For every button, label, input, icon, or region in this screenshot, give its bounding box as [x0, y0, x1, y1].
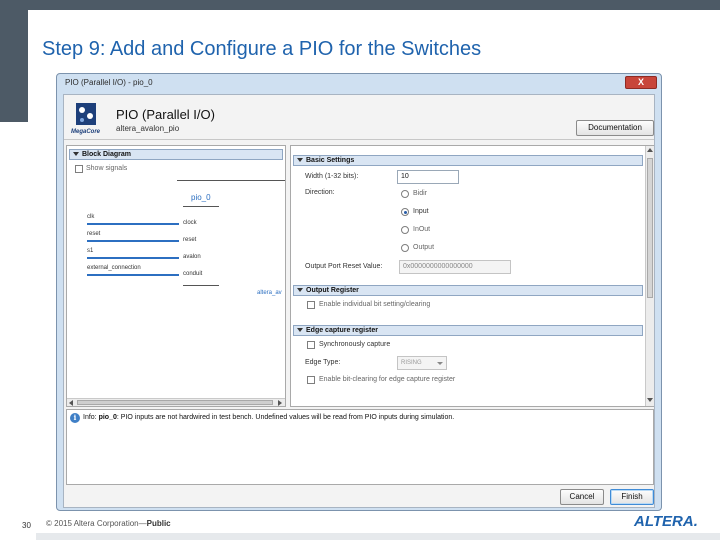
port-signal: conduit — [183, 271, 203, 277]
component-subtitle: altera_avalon_pio — [116, 124, 180, 133]
dialog-content: MegaCore PIO (Parallel I/O) altera_avalo… — [63, 94, 655, 508]
scrollbar-thumb[interactable] — [77, 400, 273, 405]
direction-option-label: InOut — [413, 226, 431, 233]
message-panel: i Info: pio_0: PIO inputs are not hardwi… — [66, 409, 654, 485]
port-wire — [87, 257, 179, 259]
edge-type-label: Edge Type: — [305, 359, 341, 366]
width-input[interactable]: 10 — [397, 170, 459, 184]
individual-bit-label: Enable individual bit setting/clearing — [319, 301, 431, 308]
component-top-edge — [183, 206, 219, 207]
slide-number: 30 — [22, 521, 31, 530]
edge-capture-section-label: Edge capture register — [306, 327, 378, 334]
diagram-divider — [177, 180, 285, 181]
reset-value-label: Output Port Reset Value: — [305, 263, 383, 270]
scroll-right-icon[interactable] — [278, 400, 282, 406]
slide-top-bar — [0, 0, 720, 10]
slide-title: Step 9: Add and Configure a PIO for the … — [42, 38, 482, 60]
cancel-button[interactable]: Cancel — [560, 489, 604, 505]
direction-option-label: Input — [413, 208, 429, 215]
component-bottom-edge — [183, 285, 219, 286]
edge-capture-section-header[interactable]: Edge capture register — [293, 325, 643, 336]
reset-value-input[interactable]: 0x0000000000000000 — [399, 260, 511, 274]
footer-dash: — — [138, 519, 147, 528]
port-label: clk — [87, 214, 95, 220]
show-signals-checkbox[interactable] — [75, 165, 83, 173]
footer-public: Public — [146, 519, 171, 528]
direction-radio-output[interactable] — [401, 244, 409, 252]
edge-type-select[interactable]: RISING — [397, 356, 447, 370]
close-button[interactable]: X — [625, 76, 657, 89]
port-label: external_connection — [87, 265, 141, 271]
settings-panel: Basic Settings Width (1-32 bits): 10 Dir… — [290, 145, 654, 407]
collapse-triangle-icon — [297, 288, 303, 292]
scroll-up-icon[interactable] — [647, 148, 653, 152]
width-label: Width (1-32 bits): — [305, 173, 359, 180]
show-signals-label: Show signals — [86, 165, 128, 172]
output-register-section-label: Output Register — [306, 287, 359, 294]
footer-copyright: © 2015 Altera Corporation—Public — [46, 519, 171, 528]
pio-dialog-window: PIO (Parallel I/O) - pio_0 X MegaCore PI… — [56, 73, 662, 511]
basic-settings-section-label: Basic Settings — [306, 157, 355, 164]
direction-option-label: Bidir — [413, 190, 428, 197]
slide-left-bar — [0, 0, 28, 122]
info-component: pio_0 — [98, 414, 117, 421]
collapse-triangle-icon — [297, 328, 303, 332]
direction-label: Direction: — [305, 189, 335, 196]
sync-capture-label: Synchronously capture — [319, 341, 391, 348]
collapse-triangle-icon — [297, 158, 303, 162]
edge-type-value: RISING — [401, 360, 422, 366]
port-signal: avalon — [183, 254, 201, 260]
block-diagram-section-header[interactable]: Block Diagram — [69, 149, 283, 160]
port-label: reset — [87, 231, 101, 237]
direction-radio-inout[interactable] — [401, 226, 409, 234]
slide: Step 9: Add and Configure a PIO for the … — [0, 0, 720, 540]
chevron-down-icon — [437, 362, 443, 365]
info-message: Info: pio_0: PIO inputs are not hardwire… — [83, 414, 454, 421]
diagram-footer-label: altera_av — [257, 290, 282, 296]
altera-logo-icon: ALTERA. — [633, 513, 698, 529]
port-wire — [87, 274, 179, 276]
finish-button[interactable]: Finish — [610, 489, 654, 505]
port-label: s1 — [87, 248, 94, 254]
port-signal: reset — [183, 237, 197, 243]
dialog-title: PIO (Parallel I/O) - pio_0 — [65, 78, 153, 87]
sync-capture-checkbox[interactable] — [307, 341, 315, 349]
megacore-logo-icon: MegaCore — [71, 103, 101, 135]
footer-copyright-text: © 2015 Altera Corporation — [46, 519, 139, 528]
bit-clearing-label: Enable bit-clearing for edge capture reg… — [319, 376, 456, 383]
header-divider — [64, 139, 654, 140]
footer-band — [36, 533, 720, 540]
collapse-triangle-icon — [73, 152, 79, 156]
output-register-section-header[interactable]: Output Register — [293, 285, 643, 296]
direction-radio-input[interactable] — [401, 208, 409, 216]
bit-clearing-checkbox[interactable] — [307, 376, 315, 384]
individual-bit-checkbox[interactable] — [307, 301, 315, 309]
scroll-left-icon[interactable] — [69, 400, 73, 406]
port-wire — [87, 240, 179, 242]
direction-option-label: Output — [413, 244, 435, 251]
block-diagram-panel: Block Diagram Show signals pio_0 clk clo… — [66, 145, 286, 407]
scrollbar-thumb[interactable] — [647, 158, 653, 298]
altera-logo-text: ALTERA. — [633, 513, 698, 529]
diagram-horizontal-scrollbar[interactable] — [67, 398, 285, 406]
port-signal: clock — [183, 220, 197, 226]
port-wire — [87, 223, 179, 225]
basic-settings-section-header[interactable]: Basic Settings — [293, 155, 643, 166]
direction-radio-bidir[interactable] — [401, 190, 409, 198]
scroll-down-icon[interactable] — [647, 398, 653, 402]
info-text: : PIO inputs are not hardwired in test b… — [116, 414, 455, 421]
info-icon: i — [70, 413, 80, 423]
settings-vertical-scrollbar[interactable] — [645, 146, 654, 406]
megacore-logo-text: MegaCore — [71, 129, 101, 135]
diagram-component-name: pio_0 — [191, 193, 211, 202]
component-title: PIO (Parallel I/O) — [116, 107, 215, 122]
info-prefix: Info: — [83, 414, 99, 421]
documentation-button[interactable]: Documentation — [576, 120, 654, 136]
block-diagram-section-label: Block Diagram — [82, 151, 132, 158]
